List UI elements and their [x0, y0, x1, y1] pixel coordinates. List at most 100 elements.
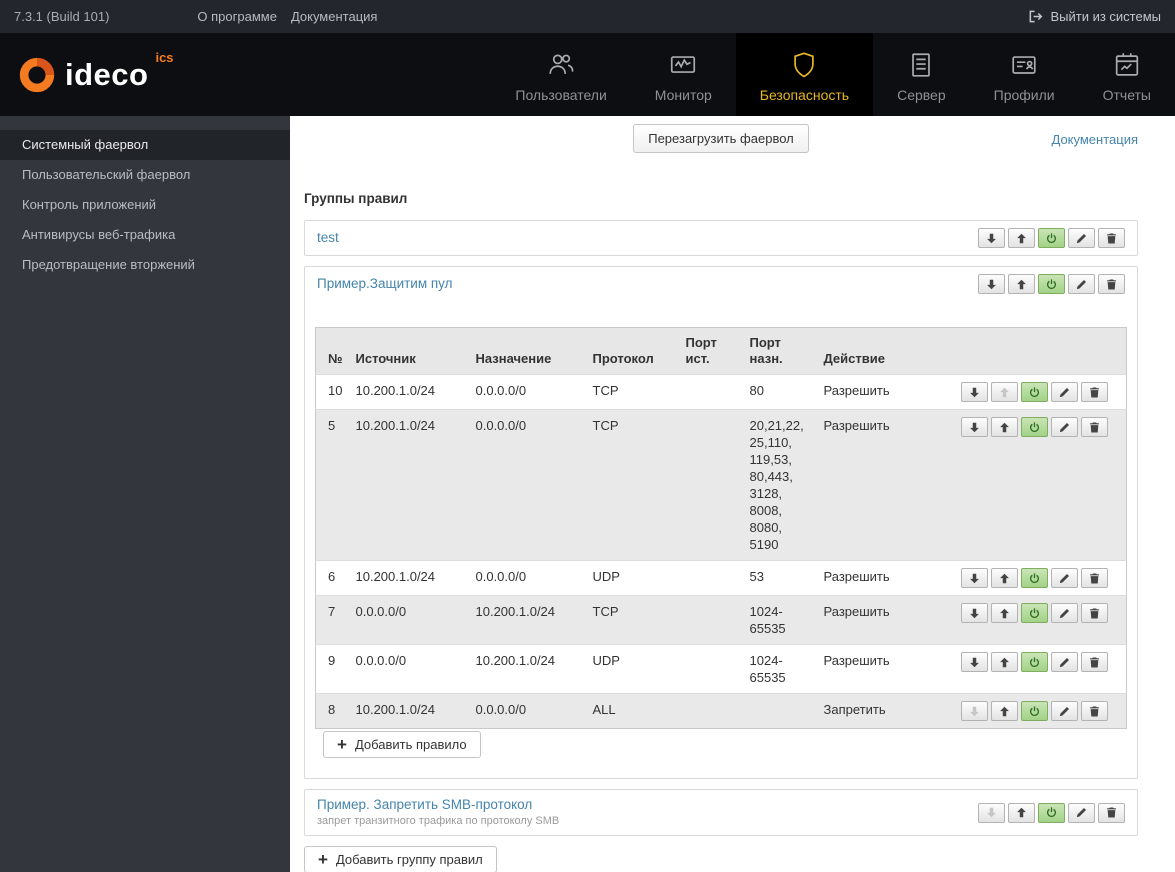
move-down-button[interactable]	[961, 568, 988, 588]
delete-group-button[interactable]	[1098, 802, 1125, 823]
rule-protocol: TCP	[586, 409, 680, 561]
nav-tab-profiles[interactable]: Профили	[970, 33, 1079, 116]
rule-action: Запретить	[817, 693, 950, 729]
delete-rule-button[interactable]	[1081, 382, 1108, 402]
delete-rule-button[interactable]	[1081, 652, 1108, 672]
pencil-icon	[1076, 279, 1087, 290]
toggle-rule-button[interactable]	[1021, 382, 1048, 402]
nav-tab-profiles-label: Профили	[993, 87, 1055, 103]
main-content: Перезагрузить фаервол Документация Групп…	[290, 116, 1175, 872]
move-down-button[interactable]	[978, 274, 1005, 294]
delete-rule-button[interactable]	[1081, 701, 1108, 721]
nav-tab-security[interactable]: Безопасность	[735, 33, 874, 116]
move-down-button[interactable]	[961, 701, 988, 721]
move-down-button[interactable]	[961, 382, 988, 402]
sidebar-item-web-antivirus[interactable]: Антивирусы веб-трафика	[0, 220, 290, 250]
edit-rule-button[interactable]	[1051, 701, 1078, 721]
power-icon	[1046, 278, 1057, 290]
toggle-rule-button[interactable]	[1021, 701, 1048, 721]
delete-group-button[interactable]	[1098, 274, 1125, 294]
rule-destination: 0.0.0.0/0	[469, 374, 587, 410]
sidebar-item-user-firewall[interactable]: Пользовательский фаервол	[0, 160, 290, 190]
delete-rule-button[interactable]	[1081, 568, 1108, 588]
group-title-link[interactable]: Пример. Запретить SMB-протокол	[317, 797, 559, 813]
rule-action: Разрешить	[817, 560, 950, 596]
group-title-link[interactable]: Пример.Защитим пул	[317, 276, 453, 292]
arrow-up-icon	[1016, 233, 1027, 244]
topbar-documentation-link[interactable]: Документация	[291, 9, 378, 24]
shield-icon	[789, 50, 819, 80]
edit-group-button[interactable]	[1068, 802, 1095, 823]
delete-group-button[interactable]	[1098, 228, 1125, 248]
arrow-up-icon	[999, 573, 1010, 584]
toggle-rule-button[interactable]	[1021, 603, 1048, 623]
delete-rule-button[interactable]	[1081, 417, 1108, 437]
logout-icon	[1028, 9, 1043, 24]
sidebar-item-system-firewall[interactable]: Системный фаервол	[0, 130, 290, 160]
edit-group-button[interactable]	[1068, 228, 1095, 248]
edit-rule-button[interactable]	[1051, 652, 1078, 672]
nav-tab-server[interactable]: Сервер	[873, 33, 970, 116]
reload-firewall-button[interactable]: Перезагрузить фаервол	[633, 124, 809, 153]
edit-rule-button[interactable]	[1051, 603, 1078, 623]
rule-group-smb: Пример. Запретить SMB-протокол запрет тр…	[304, 789, 1138, 836]
edit-rule-button[interactable]	[1051, 568, 1078, 588]
rule-row: 9 0.0.0.0/0 10.200.1.0/24 UDP 1024-65535…	[315, 644, 1127, 694]
arrow-down-icon	[969, 422, 980, 433]
move-up-button[interactable]	[1008, 274, 1035, 294]
move-down-button[interactable]	[978, 802, 1005, 823]
toggle-rule-button[interactable]	[1021, 417, 1048, 437]
toggle-group-button[interactable]	[1038, 802, 1065, 823]
move-up-button[interactable]	[991, 652, 1018, 672]
rule-actions	[961, 568, 1108, 588]
rule-dst-port	[743, 693, 818, 729]
add-group-button[interactable]: + Добавить группу правил	[304, 846, 497, 872]
rule-num: 9	[315, 644, 350, 694]
move-down-button[interactable]	[961, 417, 988, 437]
rule-src-port	[679, 374, 744, 410]
arrow-up-icon	[1016, 807, 1027, 818]
rule-destination: 0.0.0.0/0	[469, 409, 587, 561]
delete-rule-button[interactable]	[1081, 603, 1108, 623]
move-down-button[interactable]	[978, 228, 1005, 248]
pencil-icon	[1059, 706, 1070, 717]
edit-rule-button[interactable]	[1051, 382, 1078, 402]
group-title-link[interactable]: test	[317, 230, 339, 246]
nav-tab-monitor[interactable]: Монитор	[631, 33, 736, 116]
sidebar-item-intrusion-prevention[interactable]: Предотвращение вторжений	[0, 250, 290, 280]
documentation-link[interactable]: Документация	[1052, 132, 1139, 147]
col-header-source: Источник	[349, 327, 470, 375]
col-header-protocol: Протокол	[586, 327, 680, 375]
move-up-button[interactable]	[1008, 802, 1035, 823]
rule-destination: 10.200.1.0/24	[469, 644, 587, 694]
edit-group-button[interactable]	[1068, 274, 1095, 294]
move-up-button[interactable]	[991, 417, 1018, 437]
move-up-button[interactable]	[1008, 228, 1035, 248]
add-rule-button[interactable]: + Добавить правило	[323, 731, 481, 758]
move-up-button[interactable]	[991, 701, 1018, 721]
arrow-down-icon	[986, 807, 997, 818]
arrow-down-icon	[986, 279, 997, 290]
logout-link[interactable]: Выйти из системы	[1028, 9, 1161, 24]
about-link[interactable]: О программе	[197, 9, 277, 24]
move-up-button[interactable]	[991, 568, 1018, 588]
move-up-button[interactable]	[991, 382, 1018, 402]
toggle-rule-button[interactable]	[1021, 652, 1048, 672]
toggle-group-button[interactable]	[1038, 274, 1065, 294]
move-down-button[interactable]	[961, 603, 988, 623]
logout-label: Выйти из системы	[1050, 9, 1161, 24]
edit-rule-button[interactable]	[1051, 417, 1078, 437]
nav-tab-reports[interactable]: Отчеты	[1079, 33, 1175, 116]
trash-icon	[1089, 421, 1100, 433]
arrow-down-icon	[969, 608, 980, 619]
nav-tab-users[interactable]: Пользователи	[491, 33, 630, 116]
rule-src-port	[679, 595, 744, 645]
move-up-button[interactable]	[991, 603, 1018, 623]
toggle-rule-button[interactable]	[1021, 568, 1048, 588]
sidebar-item-app-control[interactable]: Контроль приложений	[0, 190, 290, 220]
rule-row: 6 10.200.1.0/24 0.0.0.0/0 UDP 53 Разреши…	[315, 560, 1127, 596]
rule-actions	[961, 603, 1108, 623]
toggle-group-button[interactable]	[1038, 228, 1065, 248]
col-header-actions	[949, 327, 1127, 375]
move-down-button[interactable]	[961, 652, 988, 672]
